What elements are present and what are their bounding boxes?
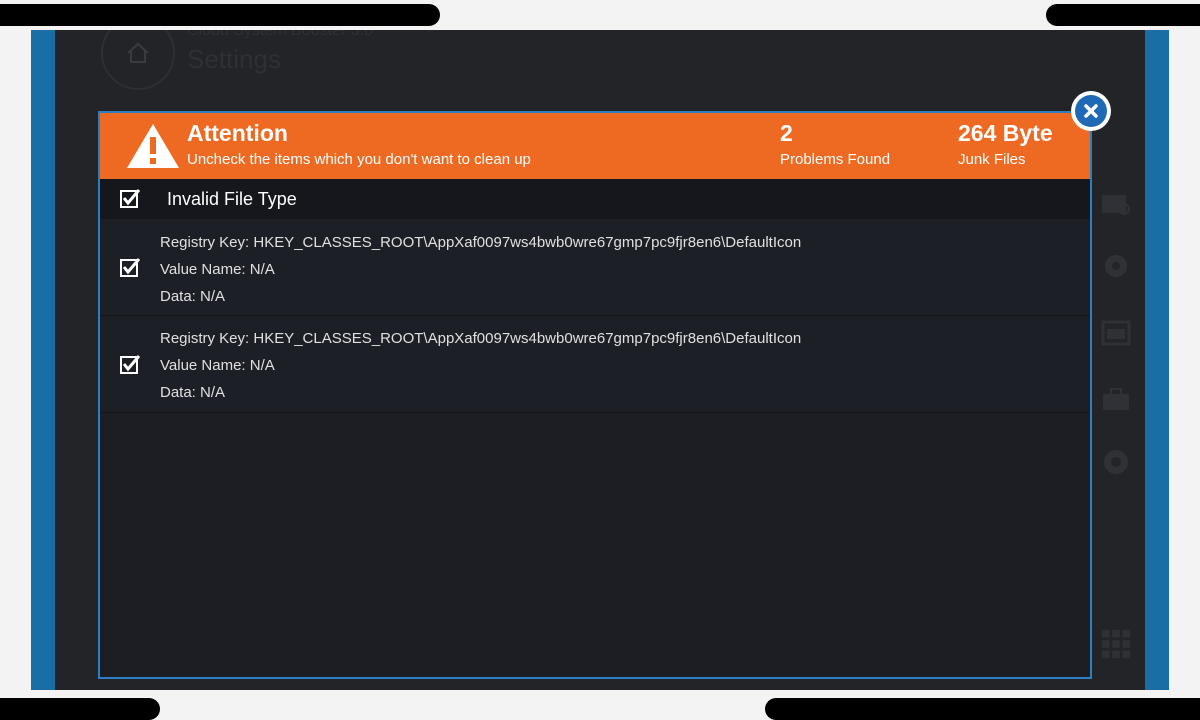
window-icon — [1100, 317, 1132, 349]
checkbox-checked-icon[interactable] — [119, 354, 141, 376]
bottom-left-bar — [0, 698, 160, 720]
group-row-invalid-file-type[interactable]: Invalid File Type — [100, 179, 1090, 219]
registry-key: Registry Key: HKEY_CLASSES_ROOT\AppXaf00… — [160, 330, 802, 347]
list-item[interactable]: Registry Key: HKEY_CLASSES_ROOT\AppXaf00… — [100, 316, 1090, 413]
close-icon — [1075, 95, 1107, 127]
app-subtitle: Cloud System Booster 3.0 — [187, 30, 373, 39]
group-label: Invalid File Type — [167, 189, 297, 209]
value-name: Value Name: N/A — [160, 261, 275, 278]
value-name: Value Name: N/A — [160, 357, 275, 374]
home-button[interactable] — [101, 30, 175, 90]
gear-badge-icon — [1100, 250, 1132, 282]
bottom-right-bar — [765, 698, 1200, 720]
list-item[interactable]: Registry Key: HKEY_CLASSES_ROOT\AppXaf00… — [100, 219, 1090, 316]
attention-dialog: Attention Uncheck the items which you do… — [98, 111, 1092, 679]
top-left-bar — [0, 4, 440, 26]
dialog-message: Uncheck the items which you don't want t… — [187, 151, 531, 168]
scan-folder-icon — [1100, 187, 1132, 219]
dialog-title: Attention — [187, 120, 288, 146]
toolbox-icon — [1100, 383, 1132, 415]
problems-label: Problems Found — [780, 151, 891, 168]
top-right-bar — [1046, 4, 1200, 26]
junk-label: Junk Files — [958, 151, 1026, 168]
data-value: Data: N/A — [160, 384, 226, 401]
grid-menu-icon — [1100, 628, 1132, 660]
dialog-header: Attention Uncheck the items which you do… — [100, 113, 1090, 179]
checkbox-checked-icon[interactable] — [119, 188, 141, 210]
warning-icon — [127, 124, 179, 168]
junk-size: 264 Byte — [958, 120, 1053, 146]
settings-gear-icon — [1100, 446, 1132, 478]
close-button[interactable] — [1071, 91, 1111, 131]
page-title: Settings — [187, 44, 281, 74]
home-icon — [127, 42, 149, 63]
registry-key: Registry Key: HKEY_CLASSES_ROOT\AppXaf00… — [160, 234, 802, 251]
problems-count: 2 — [780, 120, 793, 146]
data-value: Data: N/A — [160, 288, 226, 305]
checkbox-checked-icon[interactable] — [119, 257, 141, 279]
